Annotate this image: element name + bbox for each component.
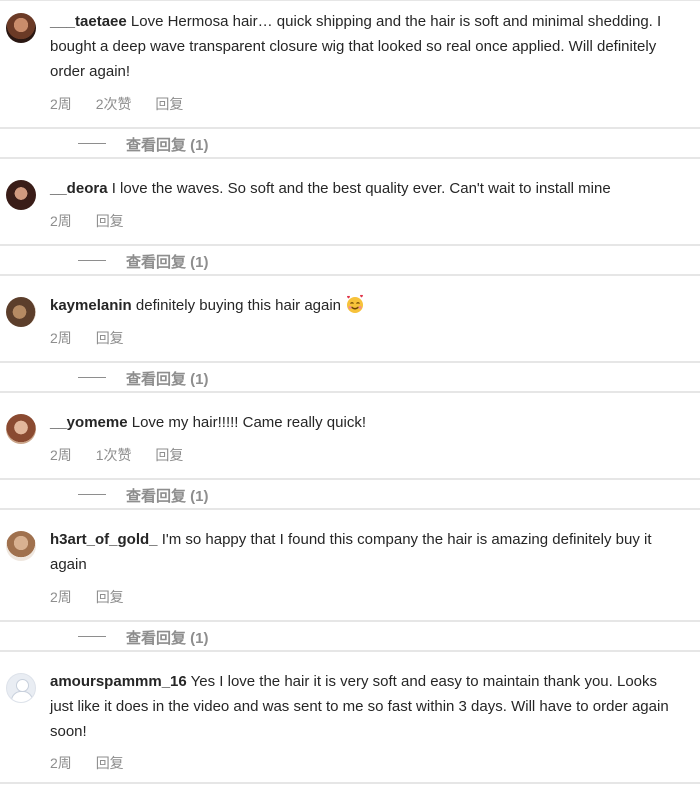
view-replies-row[interactable]: 查看回复 (1): [0, 361, 700, 393]
view-replies-button[interactable]: 查看回复 (1): [126, 251, 209, 272]
avatar[interactable]: [6, 414, 36, 444]
comment-meta: 2周 2次赞 回复: [50, 94, 203, 114]
reply-button[interactable]: 回复: [96, 330, 124, 346]
comment-text: ___taetaee Love Hermosa hair… quick ship…: [50, 9, 670, 84]
username[interactable]: h3art_of_gold_: [50, 531, 158, 548]
comment-text: h3art_of_gold_ I'm so happy that I found…: [50, 527, 670, 577]
comment-meta: 2周 回复: [50, 587, 144, 607]
comment-body: Love my hair!!!!! Came really quick!: [131, 414, 366, 431]
username[interactable]: ___taetaee: [50, 13, 127, 30]
comment-time[interactable]: 2周: [50, 447, 72, 463]
avatar[interactable]: [6, 297, 36, 327]
divider: [0, 782, 700, 784]
divider: [78, 494, 106, 495]
view-replies-row[interactable]: 查看回复 (1): [0, 244, 700, 276]
default-avatar-icon[interactable]: [6, 673, 36, 703]
comment-text: amourspammm_16 Yes I love the hair it is…: [50, 669, 670, 744]
comment-time[interactable]: 2周: [50, 330, 72, 346]
reply-button[interactable]: 回复: [155, 447, 183, 463]
comment-body: I love the waves. So soft and the best q…: [111, 180, 611, 197]
view-replies-row[interactable]: 查看回复 (1): [0, 127, 700, 159]
divider: [78, 143, 106, 144]
reply-button[interactable]: 回复: [96, 213, 124, 229]
divider: [78, 636, 106, 637]
username[interactable]: __yomeme: [50, 414, 128, 431]
comment-text: __yomeme Love my hair!!!!! Came really q…: [50, 410, 670, 435]
view-replies-row[interactable]: 查看回复 (1): [0, 620, 700, 652]
username[interactable]: kaymelanin: [50, 297, 132, 314]
comment-meta: 2周 回复: [50, 753, 144, 773]
comment-time[interactable]: 2周: [50, 213, 72, 229]
comment-text: kaymelanin definitely buying this hair a…: [50, 293, 670, 318]
smiling-face-with-hearts-emoji: [347, 294, 364, 313]
username[interactable]: __deora: [50, 180, 108, 197]
comment-time[interactable]: 2周: [50, 96, 72, 112]
comments-page: ___taetaee Love Hermosa hair… quick ship…: [0, 0, 700, 800]
avatar-body: [11, 691, 33, 702]
comment-body: definitely buying this hair again: [135, 297, 342, 314]
view-replies-button[interactable]: 查看回复 (1): [126, 485, 209, 506]
view-replies-row[interactable]: 查看回复 (1): [0, 478, 700, 510]
username[interactable]: amourspammm_16: [50, 673, 187, 690]
comment-body: Love Hermosa hair… quick shipping and th…: [50, 13, 662, 80]
avatar[interactable]: [6, 180, 36, 210]
reply-button[interactable]: 回复: [155, 96, 183, 112]
divider: [0, 0, 700, 1]
avatar[interactable]: [6, 13, 36, 43]
like-count[interactable]: 1次赞: [96, 447, 132, 463]
view-replies-button[interactable]: 查看回复 (1): [126, 627, 209, 648]
comment-time[interactable]: 2周: [50, 755, 72, 771]
divider: [78, 260, 106, 261]
view-replies-button[interactable]: 查看回复 (1): [126, 368, 209, 389]
comment-meta: 2周 1次赞 回复: [50, 445, 203, 465]
divider: [78, 377, 106, 378]
comment-time[interactable]: 2周: [50, 589, 72, 605]
comment-meta: 2周 回复: [50, 211, 144, 231]
avatar[interactable]: [6, 531, 36, 561]
reply-button[interactable]: 回复: [96, 755, 124, 771]
like-count[interactable]: 2次赞: [96, 96, 132, 112]
view-replies-button[interactable]: 查看回复 (1): [126, 134, 209, 155]
reply-button[interactable]: 回复: [96, 589, 124, 605]
comment-text: __deora I love the waves. So soft and th…: [50, 176, 670, 201]
comment-meta: 2周 回复: [50, 328, 144, 348]
